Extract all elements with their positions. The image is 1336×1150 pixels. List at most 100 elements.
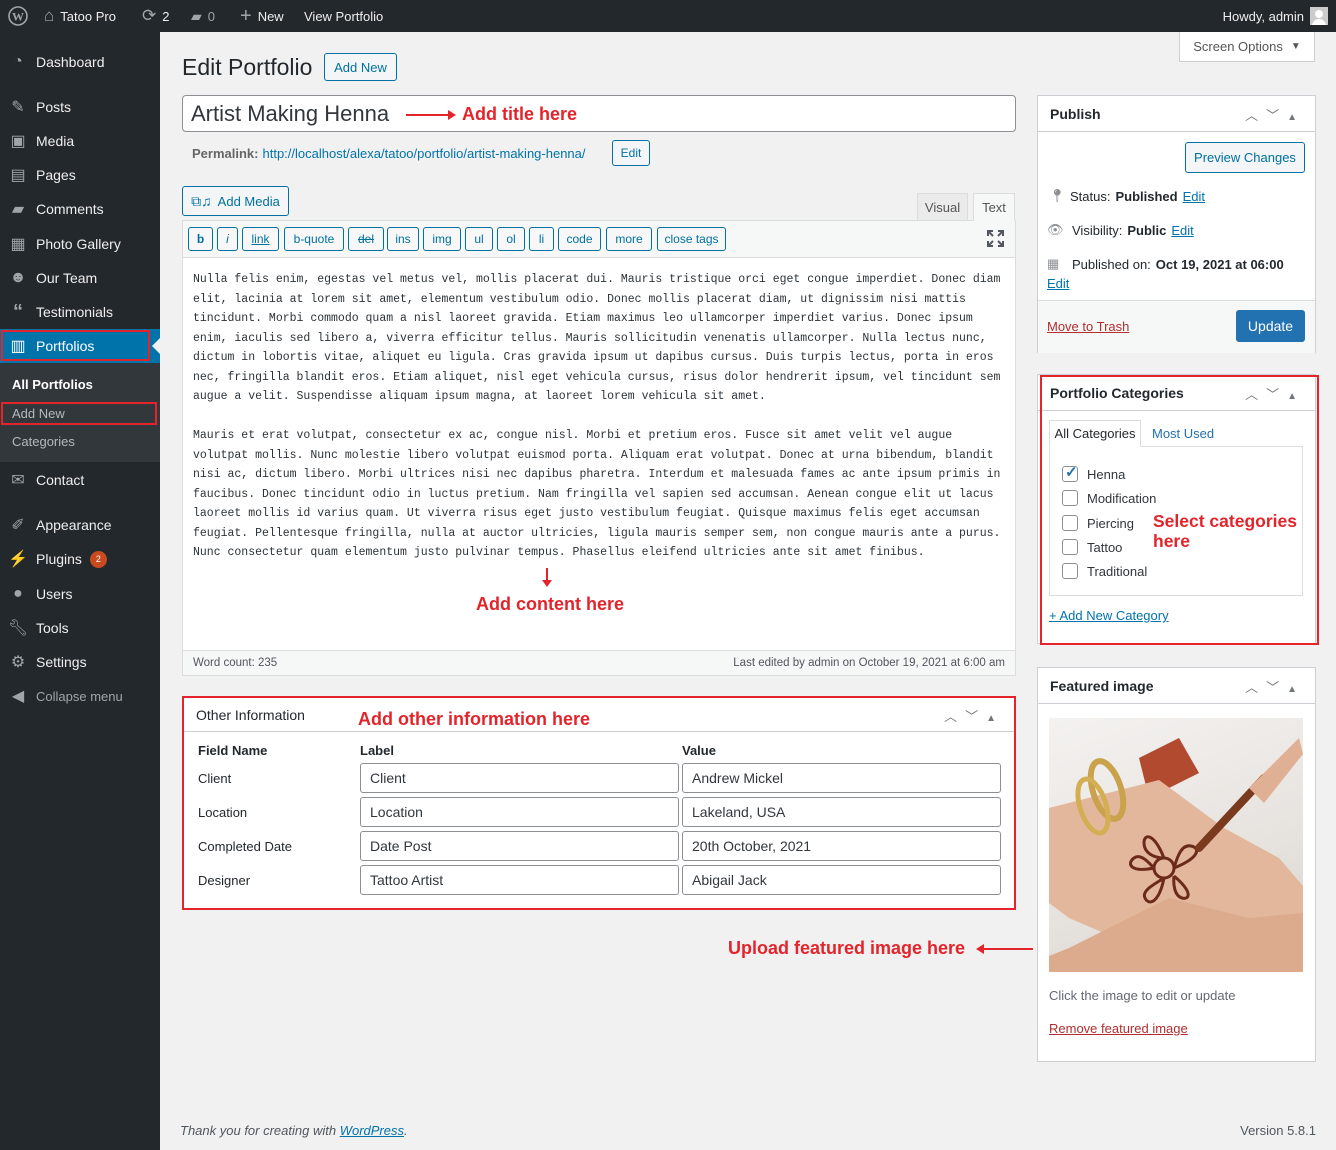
sidebar-item-testimonials[interactable]: “Testimonials <box>0 295 160 329</box>
site-name-link[interactable]: ⌂ Tatoo Pro <box>44 0 116 32</box>
chevron-up-icon[interactable]: ︿ <box>1245 108 1266 123</box>
qt-bquote-button[interactable]: b-quote <box>284 227 344 251</box>
preview-changes-button[interactable]: Preview Changes <box>1185 142 1305 173</box>
updates-link[interactable]: ⟳ 2 <box>142 0 169 32</box>
my-account-link[interactable]: Howdy, admin <box>1223 0 1328 32</box>
value-input-completed-date[interactable]: 20th October, 2021 <box>682 831 1001 861</box>
editor-textarea[interactable]: Nulla felis enim, egestas vel metus vel,… <box>193 270 1011 563</box>
add-new-button[interactable]: Add New <box>324 53 397 81</box>
qt-ul-button[interactable]: ul <box>465 227 493 251</box>
sidebar-item-tools[interactable]: 🔧︎ Tools <box>0 611 160 645</box>
sidebar-item-our-team[interactable]: ☻ Our Team <box>0 261 160 295</box>
toggle-icon[interactable]: ▲ <box>1287 112 1305 123</box>
visibility-edit-link[interactable]: Edit <box>1171 223 1193 238</box>
sidebar-item-media[interactable]: ▣ Media <box>0 124 160 158</box>
featured-image-hint: Click the image to edit or update <box>1049 988 1236 1003</box>
qt-li-button[interactable]: li <box>529 227 554 251</box>
add-media-button[interactable]: ⧉♫ Add Media <box>182 186 289 216</box>
qt-ins-button[interactable]: ins <box>387 227 419 251</box>
move-to-trash-link[interactable]: Move to Trash <box>1047 319 1129 334</box>
box-controls[interactable]: ︿﹀▲ <box>1245 105 1305 124</box>
qt-italic-button[interactable]: i <box>217 227 238 251</box>
pages-icon: ▤ <box>10 167 26 184</box>
comments-link[interactable]: ▰ 0 <box>191 0 215 32</box>
add-new-category-link[interactable]: + Add New Category <box>1049 608 1169 623</box>
published-edit-link[interactable]: Edit <box>1047 276 1069 291</box>
qt-close-tags-button[interactable]: close tags <box>657 227 726 251</box>
qt-del-button[interactable]: del <box>348 227 384 251</box>
box-controls[interactable]: ︿﹀▲ <box>1245 677 1305 696</box>
status-edit-link[interactable]: Edit <box>1183 189 1205 204</box>
toggle-icon[interactable]: ▲ <box>1287 684 1305 695</box>
qt-link-button[interactable]: link <box>242 227 279 251</box>
qt-ol-button[interactable]: ol <box>497 227 525 251</box>
value-input-location[interactable]: Lakeland, USA <box>682 797 1001 827</box>
sidebar-item-users[interactable]: ● Users <box>0 577 160 611</box>
label-input-location[interactable]: Location <box>360 797 679 827</box>
category-traditional[interactable]: Traditional <box>1062 563 1147 579</box>
chevron-up-icon[interactable]: ︿ <box>944 709 965 724</box>
tab-all-categories[interactable]: All Categories <box>1049 420 1141 447</box>
category-piercing[interactable]: Piercing <box>1062 515 1134 531</box>
box-controls[interactable]: ︿﹀▲ <box>944 706 1004 725</box>
featured-image-thumbnail[interactable] <box>1049 718 1303 972</box>
chevron-down-icon[interactable]: ﹀ <box>1266 108 1287 123</box>
collapse-menu-button[interactable]: ◀ Collapse menu <box>0 679 160 713</box>
value-input-client[interactable]: Andrew Mickel <box>682 763 1001 793</box>
sidebar-item-dashboard[interactable]: ◔ Dashboard <box>0 45 160 79</box>
sidebar-item-settings[interactable]: ⚙ Settings <box>0 645 160 679</box>
qt-code-button[interactable]: code <box>558 227 601 251</box>
label-input-designer[interactable]: Tattoo Artist <box>360 865 679 895</box>
qt-bold-button[interactable]: b <box>188 227 213 251</box>
content-paragraph-1: Nulla felis enim, egestas vel metus vel,… <box>193 273 1001 403</box>
checkbox-traditional[interactable] <box>1062 563 1078 579</box>
tab-text[interactable]: Text <box>973 193 1015 221</box>
home-icon: ⌂ <box>44 6 55 25</box>
admin-bar: W ⌂ Tatoo Pro ⟳ 2 ▰ 0 + New View Portfol… <box>0 0 1336 32</box>
title-input[interactable]: Artist Making Henna <box>182 95 1016 132</box>
permalink-edit-button[interactable]: Edit <box>612 140 650 166</box>
checkbox-tattoo[interactable] <box>1062 539 1078 555</box>
wordpress-link[interactable]: WordPress <box>340 1123 404 1138</box>
qt-img-button[interactable]: img <box>423 227 461 251</box>
toggle-icon[interactable]: ▲ <box>986 713 1004 724</box>
sidebar-item-posts[interactable]: ✎ Posts <box>0 90 160 124</box>
new-content-link[interactable]: + New <box>240 0 284 32</box>
fullscreen-icon[interactable] <box>987 230 1004 247</box>
checkbox-piercing[interactable] <box>1062 515 1078 531</box>
wrench-icon: 🔧︎ <box>7 620 29 637</box>
chevron-down-icon[interactable]: ﹀ <box>965 709 986 724</box>
chevron-down-icon[interactable]: ﹀ <box>1266 680 1287 695</box>
category-henna[interactable]: ✓ Henna <box>1062 464 1125 482</box>
plus-icon: + <box>240 4 252 27</box>
wordpress-logo-icon[interactable]: W <box>8 0 28 32</box>
comment-icon: ▰ <box>191 7 202 24</box>
sidebar-item-plugins[interactable]: ⚡ Plugins 2 <box>0 542 160 576</box>
sidebar-item-pages[interactable]: ▤ Pages <box>0 158 160 192</box>
permalink-link[interactable]: http://localhost/alexa/tatoo/portfolio/a… <box>262 146 585 161</box>
sidebar-item-photo-gallery[interactable]: ▦ Photo Gallery <box>0 227 160 261</box>
value-input-designer[interactable]: Abigail Jack <box>682 865 1001 895</box>
sidebar-item-appearance[interactable]: ✐ Appearance <box>0 508 160 542</box>
submenu-all-portfolios[interactable]: All Portfolios <box>12 377 93 392</box>
submenu-categories[interactable]: Categories <box>12 434 75 449</box>
checkbox-modification[interactable] <box>1062 490 1078 506</box>
category-modification[interactable]: Modification <box>1062 490 1156 506</box>
sidebar-item-comments[interactable]: ▰ Comments <box>0 192 160 226</box>
tab-most-used[interactable]: Most Used <box>1152 426 1214 441</box>
label-input-client[interactable]: Client <box>360 763 679 793</box>
chevron-up-icon[interactable]: ︿ <box>1245 680 1266 695</box>
update-button[interactable]: Update <box>1236 310 1305 342</box>
qt-more-button[interactable]: more <box>606 227 652 251</box>
remove-featured-image-link[interactable]: Remove featured image <box>1049 1021 1188 1036</box>
current-menu-arrow <box>152 338 160 354</box>
field-name-location: Location <box>198 805 248 820</box>
category-tattoo[interactable]: Tattoo <box>1062 539 1122 555</box>
label-input-completed-date[interactable]: Date Post <box>360 831 679 861</box>
checkbox-henna[interactable]: ✓ <box>1062 464 1078 482</box>
tab-visual[interactable]: Visual <box>917 193 968 221</box>
screen-options-button[interactable]: Screen Options ▼ <box>1179 32 1315 62</box>
settings-icon: ⚙ <box>10 654 26 671</box>
view-portfolio-link[interactable]: View Portfolio <box>304 0 383 32</box>
sidebar-item-contact[interactable]: ✉ Contact <box>0 463 160 497</box>
